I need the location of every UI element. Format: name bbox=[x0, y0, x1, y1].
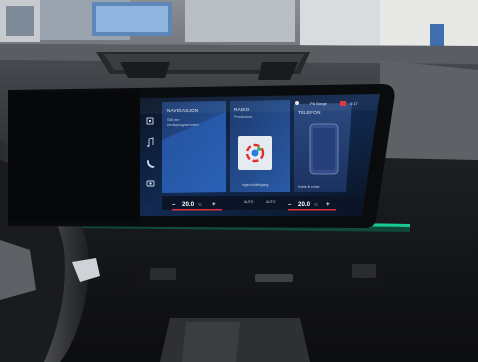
navigation-tile[interactable]: NAVIGASJON Slå ner nedsprogrammert bbox=[162, 101, 226, 193]
left-temp-unit: °C bbox=[198, 203, 202, 207]
telephone-tile-caption: Koble til enhet bbox=[298, 185, 320, 189]
climate-bar: – 20.0 °C + AUTO AUTO – 20.0 °C + bbox=[162, 196, 360, 211]
left-temp-indicator bbox=[172, 209, 222, 211]
right-temp-value: 20.0 bbox=[298, 201, 311, 208]
dashboard-photo: NAVIGASJON Slå ner nedsprogrammert RADIO… bbox=[0, 0, 478, 362]
left-temp-minus[interactable]: – bbox=[172, 201, 176, 208]
photo-scene: NAVIGASJON Slå ner nedsprogrammert RADIO… bbox=[0, 0, 478, 362]
telephone-tile[interactable]: TELEFON Koble til enhet bbox=[294, 103, 352, 192]
navigation-subtitle-line2: nedsprogrammert bbox=[167, 122, 199, 127]
center-label-2[interactable]: AUTO bbox=[266, 200, 276, 204]
left-temp-plus[interactable]: + bbox=[212, 201, 216, 208]
right-temp-minus[interactable]: – bbox=[288, 201, 292, 208]
left-temp-value: 20.0 bbox=[182, 201, 195, 208]
radio-tile-caption: Ingen kildetilgang bbox=[242, 183, 269, 187]
radio-tile[interactable]: RADIO Prosedure Ingen kildetilgang bbox=[230, 100, 290, 192]
right-temp-indicator bbox=[288, 209, 336, 211]
right-temp-unit: °C bbox=[314, 203, 318, 207]
radio-tile-subtitle: Prosedure bbox=[234, 114, 253, 119]
console-button bbox=[352, 264, 376, 278]
center-label-1[interactable]: AUTO bbox=[244, 200, 254, 204]
right-temp-plus[interactable]: + bbox=[326, 201, 330, 208]
